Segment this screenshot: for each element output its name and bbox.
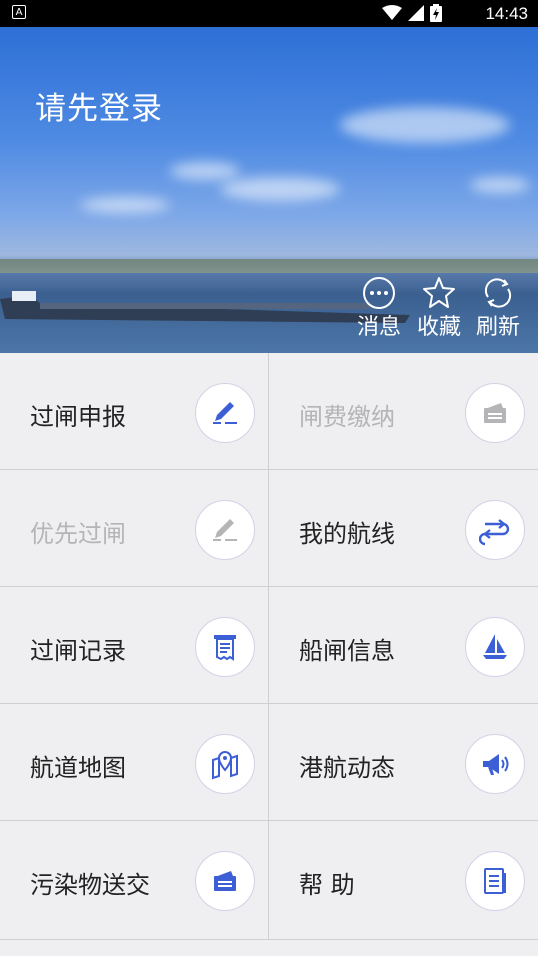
help-item[interactable]: 帮 助 [268,821,538,940]
menu-label: 港航动态 [299,754,395,782]
favorites-label: 收藏 [417,315,462,340]
status-bar: A 14:43 [0,0,538,27]
refresh-button[interactable]: 刷新 [476,275,520,341]
cloud [470,177,530,193]
menu-label: 帮 助 [299,871,355,899]
route-arrows-icon [465,500,525,560]
login-prompt[interactable]: 请先登录 [35,83,163,128]
edit-pen-icon [195,500,255,560]
signal-icon [408,5,424,21]
menu-label: 航道地图 [30,754,126,782]
priority-lock-item[interactable]: 优先过闸 [0,470,268,587]
payment-card-icon [465,383,525,443]
favorites-button[interactable]: 收藏 [417,275,461,341]
clock: 14:43 [485,4,528,23]
port-news-item[interactable]: 港航动态 [268,704,538,821]
menu-label: 过闸申报 [30,403,126,431]
cloud [170,162,240,180]
lock-records-item[interactable]: 过闸记录 [0,587,268,704]
battery-icon [430,4,442,22]
menu-label: 过闸记录 [30,637,126,665]
notification-icon: A [12,5,26,19]
cloud [340,107,510,143]
header-banner: 请先登录 消息 收藏 刷新 [0,27,538,353]
channel-map-item[interactable]: 航道地图 [0,704,268,821]
lock-declaration-item[interactable]: 过闸申报 [0,353,268,470]
lock-info-item[interactable]: 船闸信息 [268,587,538,704]
star-icon [423,277,455,308]
refresh-icon [484,278,512,308]
message-icon [363,277,395,309]
cloud [220,177,340,201]
menu-label: 污染物送交 [30,871,150,899]
pollutant-delivery-item[interactable]: 污染物送交 [0,821,268,940]
document-icon [465,851,525,911]
menu-label: 我的航线 [299,520,395,548]
my-routes-item[interactable]: 我的航线 [268,470,538,587]
menu-label: 船闸信息 [299,637,395,665]
sailboat-icon [465,617,525,677]
messages-button[interactable]: 消息 [357,275,401,341]
messages-label: 消息 [357,315,402,340]
shoreline [0,259,538,273]
cloud [80,197,170,213]
menu-label: 优先过闸 [30,520,126,548]
wifi-icon [382,5,402,20]
lock-fee-payment-item[interactable]: 闸费缴纳 [268,353,538,470]
refresh-label: 刷新 [476,315,521,340]
receipt-icon [195,617,255,677]
megaphone-icon [465,734,525,794]
status-icons [382,4,442,22]
card-stack-icon [195,851,255,911]
menu-label: 闸费缴纳 [299,403,395,431]
map-pin-icon [195,734,255,794]
edit-pen-icon [195,383,255,443]
